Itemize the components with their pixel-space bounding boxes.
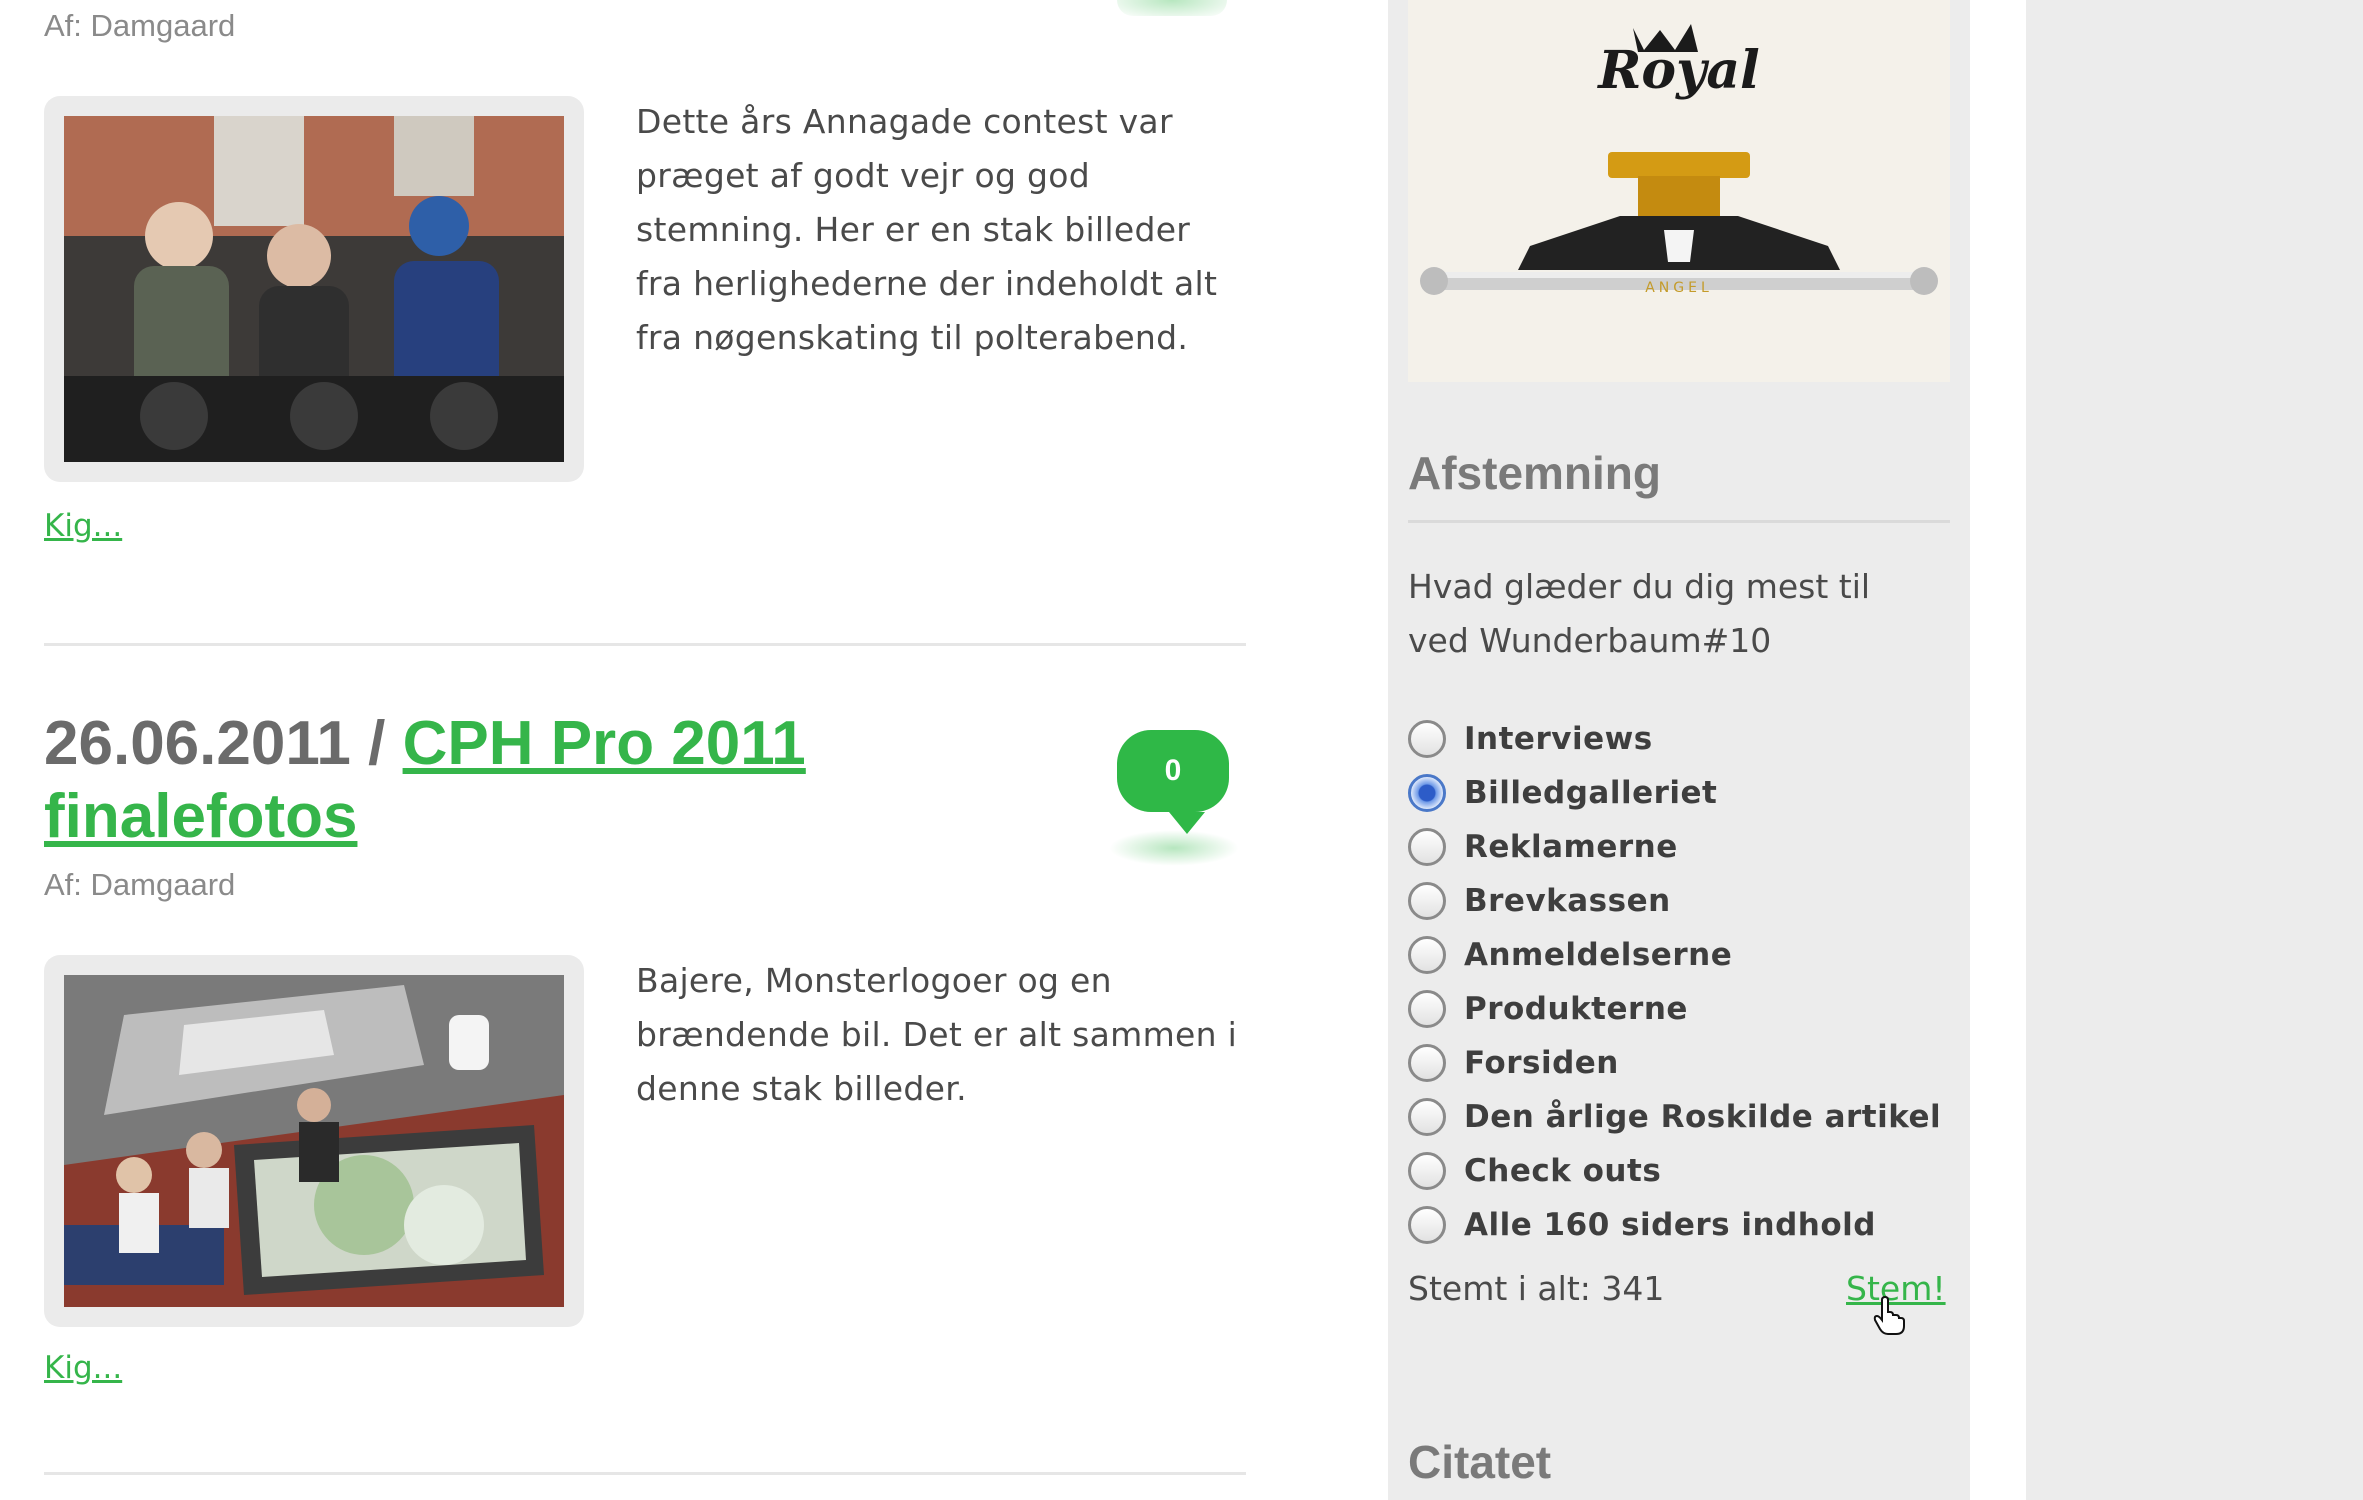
poll-option[interactable]: Alle 160 siders indhold (1408, 1198, 1876, 1252)
post-image (64, 116, 564, 462)
poll-option[interactable]: Check outs (1408, 1144, 1661, 1198)
poll-total: Stemt i alt: 341 (1408, 1269, 1665, 1308)
radio-button[interactable] (1408, 828, 1446, 866)
poll-heading: Afstemning (1408, 447, 1661, 499)
post-date: 26.06.2011 / (44, 709, 386, 778)
right-gutter (2026, 0, 2363, 1500)
ad-product-text: ANGEL (1645, 280, 1713, 296)
post-author: Af: Damgaard (44, 8, 236, 43)
poll-option-label: Reklamerne (1464, 829, 1678, 865)
radio-button[interactable] (1408, 1152, 1446, 1190)
radio-button[interactable] (1408, 1098, 1446, 1136)
comment-count-bubble[interactable]: 0 (1109, 730, 1239, 866)
poll-option-label: Produkterne (1464, 991, 1688, 1027)
read-more-link[interactable]: Kig... (44, 1350, 122, 1386)
poll-option[interactable]: Billedgalleriet (1408, 766, 1717, 820)
poll-option[interactable]: Anmeldelserne (1408, 928, 1732, 982)
poll-option[interactable]: Brevkassen (1408, 874, 1671, 928)
post-author: Af: Damgaard (44, 867, 236, 902)
poll-option-label: Brevkassen (1464, 883, 1671, 919)
radio-button[interactable] (1408, 990, 1446, 1028)
poll-option-label: Forsiden (1464, 1045, 1619, 1081)
post-title: 26.06.2011 / CPH Pro 2011 finalefotos (44, 707, 944, 853)
poll-option[interactable]: Forsiden (1408, 1036, 1619, 1090)
radio-button[interactable] (1408, 720, 1446, 758)
poll-option[interactable]: Reklamerne (1408, 820, 1678, 874)
radio-button-selected[interactable] (1408, 774, 1446, 812)
radio-button[interactable] (1408, 882, 1446, 920)
poll-option-label: Interviews (1464, 721, 1653, 757)
comment-bubble-shadow (1117, 0, 1227, 16)
quote-heading: Citatet (1408, 1436, 1552, 1488)
post-divider (44, 643, 1246, 646)
post-image (64, 975, 564, 1307)
read-more-link[interactable]: Kig... (44, 508, 122, 544)
sidebar-ad[interactable]: Royal ANGEL (1408, 0, 1950, 382)
poll-option[interactable]: Den årlige Roskilde artikel (1408, 1090, 1941, 1144)
post-excerpt: Dette års Annagade contest var præget af… (636, 102, 1218, 357)
post-thumbnail[interactable] (44, 96, 584, 482)
poll-divider (1408, 520, 1950, 523)
radio-button[interactable] (1408, 1044, 1446, 1082)
royal-trucks-ad-image: Royal ANGEL (1408, 0, 1950, 382)
poll-option[interactable]: Interviews (1408, 712, 1653, 766)
radio-button[interactable] (1408, 1206, 1446, 1244)
post-divider (44, 1472, 1246, 1475)
poll-question: Hvad glæder du dig mest til ved Wunderba… (1408, 567, 1871, 660)
post-excerpt: Bajere, Monsterlogoer og en brændende bi… (636, 961, 1238, 1108)
poll-option-label: Check outs (1464, 1153, 1662, 1189)
comment-count: 0 (1117, 730, 1229, 812)
poll-option-label: Anmeldelserne (1464, 937, 1733, 973)
post-thumbnail[interactable] (44, 955, 584, 1327)
poll-option-label: Alle 160 siders indhold (1464, 1207, 1876, 1243)
radio-button[interactable] (1408, 936, 1446, 974)
hand-cursor-icon (1873, 1296, 1905, 1335)
poll-option-label: Den årlige Roskilde artikel (1464, 1099, 1942, 1135)
comment-bubble-shadow (1109, 830, 1239, 866)
poll-option-label: Billedgalleriet (1464, 775, 1718, 811)
poll-option[interactable]: Produkterne (1408, 982, 1688, 1036)
